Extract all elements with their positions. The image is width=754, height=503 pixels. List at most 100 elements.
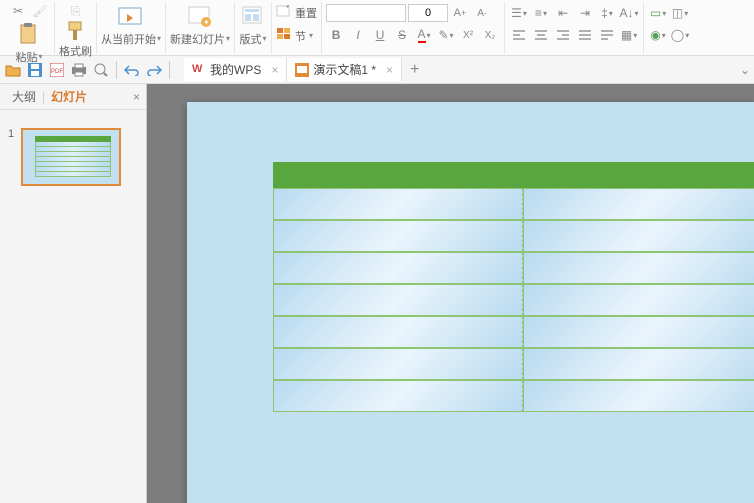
table-cell[interactable]: [523, 316, 754, 348]
scissors-icon: ✂: [13, 4, 23, 18]
new-slide-button[interactable]: ✦: [186, 2, 214, 30]
image-icon: ▭: [650, 6, 661, 20]
align-left-button[interactable]: [509, 26, 529, 44]
decrease-font-button[interactable]: A-: [472, 4, 492, 22]
font-color-button[interactable]: A▾: [414, 26, 434, 44]
tab-presentation[interactable]: 演示文稿1 * ×: [287, 58, 402, 81]
tab-slides[interactable]: 幻灯片: [45, 86, 93, 107]
font-group: A+ A- B I U S A▾ ✎▾ X² X₂: [322, 2, 505, 54]
slide-table[interactable]: [273, 162, 754, 412]
superscript-button[interactable]: X²: [458, 26, 478, 44]
table-row[interactable]: [273, 348, 754, 380]
close-icon[interactable]: ×: [386, 63, 393, 77]
italic-button[interactable]: I: [348, 26, 368, 44]
slide-thumbnail-1[interactable]: 1: [8, 128, 138, 189]
print-preview-button[interactable]: [92, 61, 110, 79]
table-cell[interactable]: [273, 316, 523, 348]
section-button[interactable]: 节▾: [276, 27, 313, 44]
table-header-row[interactable]: [273, 162, 754, 188]
section-label: 节: [295, 28, 306, 44]
table-row[interactable]: [273, 316, 754, 348]
separator: [116, 61, 117, 79]
bold-button[interactable]: B: [326, 26, 346, 44]
slide-canvas[interactable]: [147, 84, 754, 503]
tab-my-wps[interactable]: W 我的WPS ×: [184, 58, 287, 81]
shape-outline-button[interactable]: ◯▾: [670, 26, 690, 44]
svg-text:PDF: PDF: [51, 69, 63, 75]
format-painter-button[interactable]: [62, 20, 90, 42]
layout-group: 版式▾: [235, 2, 272, 54]
increase-font-button[interactable]: A+: [450, 4, 470, 22]
table-row[interactable]: [273, 380, 754, 412]
tab-outline[interactable]: 大纲: [6, 86, 42, 107]
close-panel-icon[interactable]: ×: [133, 90, 140, 104]
numbering-button[interactable]: ≡▾: [531, 4, 551, 22]
redo-button[interactable]: [145, 61, 163, 79]
layout-button[interactable]: [239, 2, 267, 30]
table-cell[interactable]: [273, 380, 523, 412]
table-cell[interactable]: [523, 284, 754, 316]
increase-indent-button[interactable]: ⇥: [575, 4, 595, 22]
table-row[interactable]: [273, 188, 754, 220]
columns-button[interactable]: ▦▾: [619, 26, 639, 44]
print-button[interactable]: [70, 61, 88, 79]
thumbnail-image: [21, 128, 121, 186]
main-area: 大纲 | 幻灯片 × 1: [0, 84, 754, 503]
line-spacing-button[interactable]: ‡▾: [597, 4, 617, 22]
copy-icon: ⎘: [71, 4, 81, 19]
shapes-button[interactable]: ◫▾: [670, 4, 690, 22]
separator: [169, 61, 170, 79]
text-direction-button[interactable]: A↓▾: [619, 4, 639, 22]
table-row[interactable]: [273, 220, 754, 252]
table-cell[interactable]: [273, 284, 523, 316]
table-cell[interactable]: [273, 252, 523, 284]
format-painter-small[interactable]: 🖌: [30, 2, 50, 20]
table-cell[interactable]: [273, 348, 523, 380]
fill-icon: ◉: [650, 28, 660, 42]
font-family-select[interactable]: [326, 4, 406, 22]
bullets-button[interactable]: ☰▾: [509, 4, 529, 22]
slide[interactable]: [187, 102, 754, 503]
insert-image-button[interactable]: ▭▾: [648, 4, 668, 22]
table-cell[interactable]: [273, 220, 523, 252]
align-justify-button[interactable]: [575, 26, 595, 44]
save-button[interactable]: [26, 61, 44, 79]
export-pdf-button[interactable]: PDF: [48, 61, 66, 79]
align-right-button[interactable]: [553, 26, 573, 44]
reset-button[interactable]: 重置: [276, 4, 317, 21]
table-cell[interactable]: [523, 380, 754, 412]
add-tab-button[interactable]: +: [402, 61, 427, 79]
decrease-indent-button[interactable]: ⇤: [553, 4, 573, 22]
collapse-ribbon-icon[interactable]: ⌄: [740, 63, 750, 77]
highlight-button[interactable]: ✎▾: [436, 26, 456, 44]
layout-label: 版式: [240, 31, 262, 47]
columns-icon: ▦: [621, 28, 632, 42]
from-current-label: 从当前开始: [101, 31, 156, 47]
table-cell[interactable]: [523, 252, 754, 284]
table-row[interactable]: [273, 252, 754, 284]
align-center-button[interactable]: [531, 26, 551, 44]
underline-button[interactable]: U: [370, 26, 390, 44]
table-cell[interactable]: [523, 220, 754, 252]
distribute-button[interactable]: [597, 26, 617, 44]
close-icon[interactable]: ×: [271, 63, 278, 77]
paste-button[interactable]: [15, 20, 43, 48]
font-size-input[interactable]: [408, 4, 448, 22]
slide-number: 1: [8, 128, 14, 140]
table-cell[interactable]: [523, 188, 754, 220]
table-cell[interactable]: [523, 348, 754, 380]
cut-button[interactable]: ✂: [8, 2, 28, 20]
table-cell[interactable]: [273, 188, 523, 220]
copy-button[interactable]: ⎘: [66, 2, 86, 20]
reset-label: 重置: [295, 5, 317, 21]
from-current-button[interactable]: [117, 2, 145, 30]
undo-button[interactable]: [123, 61, 141, 79]
shape-fill-button[interactable]: ◉▾: [648, 26, 668, 44]
strike-button[interactable]: S: [392, 26, 412, 44]
format-painter-label: 格式刷: [59, 43, 92, 59]
open-button[interactable]: [4, 61, 22, 79]
reset-section-group: 重置 节▾: [272, 2, 322, 54]
ribbon-toolbar: ✂ 🖌 粘贴▾ ⎘ 格式刷 从当前开始▾ ✦ 新建幻灯片▾: [0, 0, 754, 56]
table-row[interactable]: [273, 284, 754, 316]
subscript-button[interactable]: X₂: [480, 26, 500, 44]
